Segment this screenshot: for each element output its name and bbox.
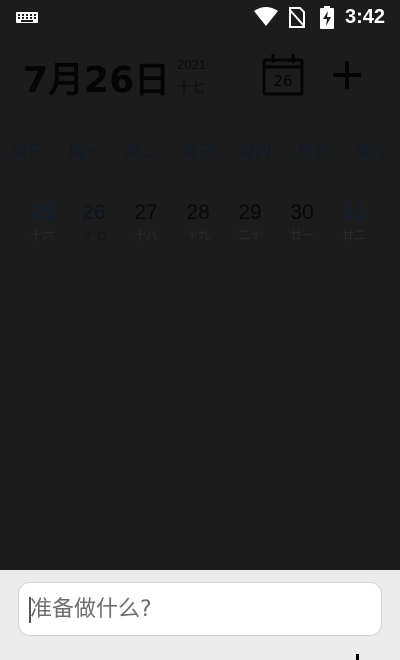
status-time: 3:42 <box>345 6 386 28</box>
day-number: 26 <box>82 201 106 224</box>
todo-input-panel <box>0 570 400 660</box>
edge-marker <box>356 654 359 660</box>
text-cursor <box>29 597 31 623</box>
day-number: 27 <box>134 201 158 224</box>
calendar-button-day: 26 <box>273 72 292 90</box>
day-lunar: 廿二 <box>341 228 366 242</box>
day-cell[interactable]: 29 二十 <box>224 198 276 250</box>
day-number: 31 <box>342 201 366 224</box>
add-event-button[interactable] <box>330 58 364 92</box>
day-lunar: 十七 <box>81 228 106 242</box>
weekday-label: 周四 <box>238 142 271 161</box>
day-lunar: 十六 <box>29 228 54 242</box>
plus-icon <box>333 61 361 89</box>
wifi-icon <box>254 7 278 26</box>
keyboard-icon <box>16 12 38 23</box>
day-number: 25 <box>30 201 54 224</box>
weekday-label: 周日 <box>10 142 43 161</box>
day-number: 29 <box>238 201 262 224</box>
week-day-row: 25 十六 26 十七 27 十八 28 十九 29 二十 30 廿一 31 廿… <box>0 198 400 254</box>
weekday-label: 周五 <box>296 142 329 161</box>
day-lunar: 二十 <box>237 228 262 242</box>
calendar-icon: 26 <box>262 54 304 96</box>
todo-input[interactable] <box>18 582 382 636</box>
weekday-label: 周三 <box>181 142 214 161</box>
no-sim-icon <box>289 7 305 28</box>
day-cell[interactable]: 25 十六 <box>16 198 68 250</box>
day-cell[interactable]: 30 廿一 <box>276 198 328 250</box>
day-cell-selected[interactable]: 26 十七 <box>68 198 120 250</box>
status-bar: 3:42 <box>0 0 400 36</box>
day-number: 28 <box>186 201 210 224</box>
year-label: 2021 <box>177 57 206 72</box>
today-calendar-button[interactable]: 26 <box>260 52 306 98</box>
day-lunar: 十八 <box>133 228 158 242</box>
day-cell[interactable]: 27 十八 <box>120 198 172 250</box>
weekday-header: 周日 周一 周二 周三 周四 周五 周六 <box>0 138 400 162</box>
day-number: 30 <box>290 201 314 224</box>
selected-date-title: 7月26日 <box>23 60 171 101</box>
battery-charging-icon <box>320 6 334 29</box>
weekday-label: 周二 <box>124 142 157 161</box>
weekday-label: 周六 <box>353 142 386 161</box>
day-cell[interactable]: 31 廿二 <box>328 198 380 250</box>
lunar-day-label: 十七 <box>177 80 205 96</box>
day-lunar: 廿一 <box>289 228 314 242</box>
day-cell[interactable]: 28 十九 <box>172 198 224 250</box>
weekday-label: 周一 <box>67 142 100 161</box>
day-lunar: 十九 <box>185 228 210 242</box>
